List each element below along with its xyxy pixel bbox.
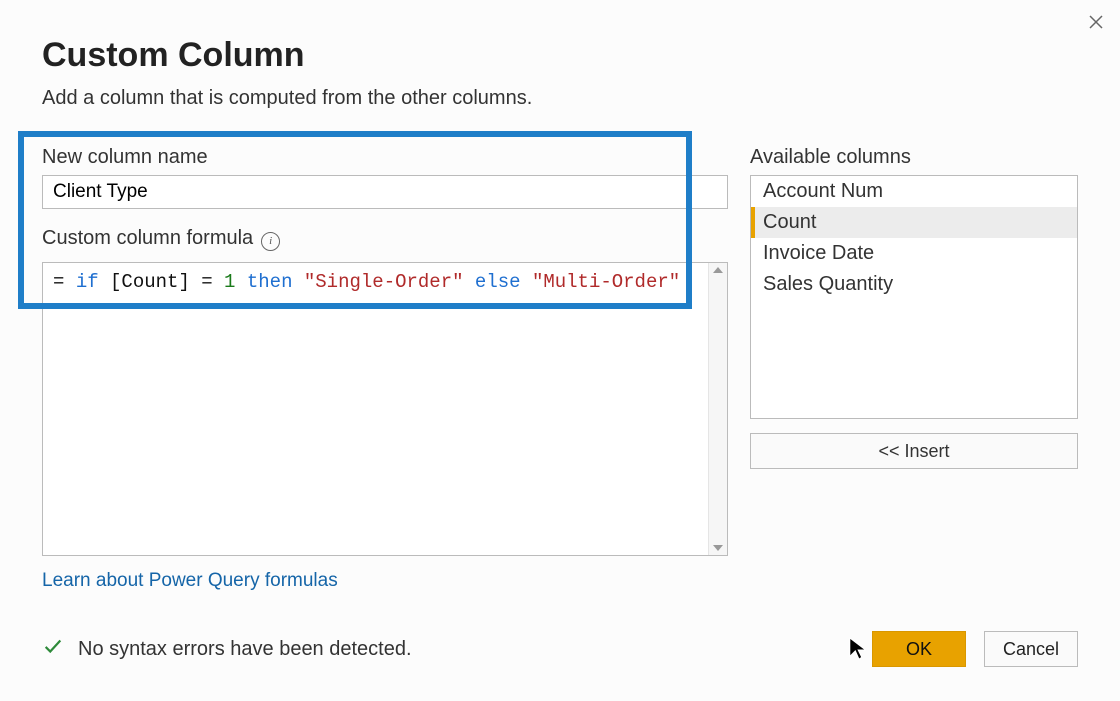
formula-token: = bbox=[53, 271, 76, 293]
insert-button-label: << Insert bbox=[878, 441, 949, 462]
insert-button[interactable]: << Insert bbox=[750, 433, 1078, 469]
formula-token: [Count] = bbox=[99, 271, 224, 293]
close-icon bbox=[1087, 13, 1105, 36]
checkmark-icon bbox=[42, 635, 64, 663]
formula-token: if bbox=[76, 271, 99, 293]
available-column-item[interactable]: Account Num bbox=[751, 176, 1077, 207]
formula-label: Custom column formula bbox=[42, 227, 253, 250]
available-columns-label: Available columns bbox=[750, 146, 1078, 169]
available-columns-list[interactable]: Account NumCountInvoice DateSales Quanti… bbox=[750, 175, 1078, 419]
cancel-button-label: Cancel bbox=[1003, 639, 1059, 660]
dialog-footer: No syntax errors have been detected. OK … bbox=[42, 631, 1078, 667]
dialog-title: Custom Column bbox=[42, 36, 1120, 75]
custom-column-dialog: Custom Column Add a column that is compu… bbox=[0, 0, 1120, 701]
formula-token bbox=[521, 271, 532, 293]
close-button[interactable] bbox=[1078, 6, 1114, 42]
formula-content[interactable]: = if [Count] = 1 then "Single-Order" els… bbox=[43, 263, 708, 555]
mouse-cursor-icon bbox=[848, 635, 870, 663]
cancel-button[interactable]: Cancel bbox=[984, 631, 1078, 667]
left-column: New column name Custom column formula i … bbox=[42, 134, 728, 592]
formula-scrollbar[interactable] bbox=[708, 263, 727, 555]
formula-token bbox=[464, 271, 475, 293]
new-column-name-label: New column name bbox=[42, 146, 728, 169]
footer-buttons: OK Cancel bbox=[872, 631, 1078, 667]
available-column-item[interactable]: Sales Quantity bbox=[751, 269, 1077, 300]
formula-token: else bbox=[475, 271, 521, 293]
status-bar: No syntax errors have been detected. bbox=[42, 635, 412, 663]
formula-token bbox=[235, 271, 246, 293]
learn-more-link[interactable]: Learn about Power Query formulas bbox=[42, 570, 728, 592]
formula-editor[interactable]: = if [Count] = 1 then "Single-Order" els… bbox=[42, 262, 728, 556]
ok-button[interactable]: OK bbox=[872, 631, 966, 667]
available-column-item[interactable]: Invoice Date bbox=[751, 238, 1077, 269]
formula-token: 1 bbox=[224, 271, 235, 293]
dialog-subtitle: Add a column that is computed from the o… bbox=[42, 87, 1120, 110]
formula-token: "Multi-Order" bbox=[532, 271, 680, 293]
available-column-item[interactable]: Count bbox=[751, 207, 1077, 238]
ok-button-label: OK bbox=[906, 639, 932, 660]
status-message: No syntax errors have been detected. bbox=[78, 638, 412, 661]
formula-token bbox=[292, 271, 303, 293]
formula-token: then bbox=[247, 271, 293, 293]
info-icon[interactable]: i bbox=[261, 232, 280, 251]
formula-token: "Single-Order" bbox=[304, 271, 464, 293]
right-column: Available columns Account NumCountInvoic… bbox=[750, 134, 1078, 469]
new-column-name-input[interactable] bbox=[42, 175, 728, 209]
